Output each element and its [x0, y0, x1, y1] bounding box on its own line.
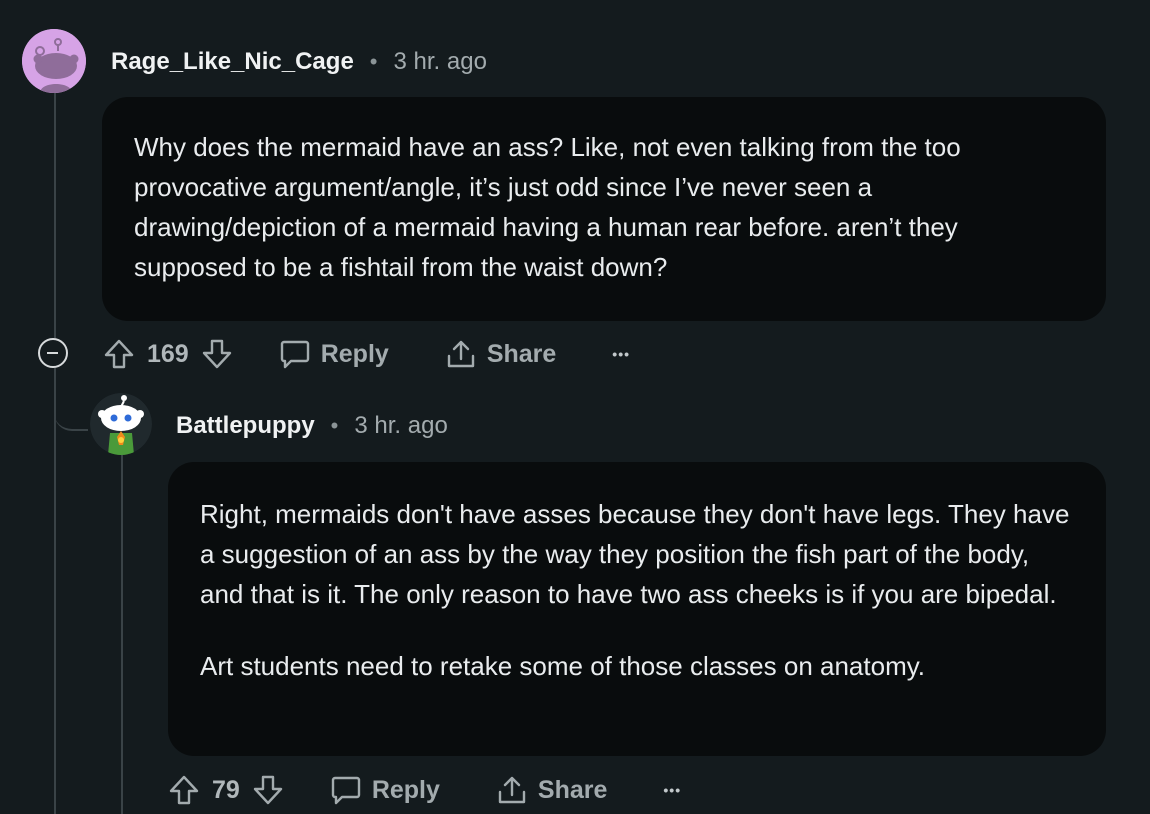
- thread-branch-curve: [54, 395, 88, 431]
- share-button[interactable]: Share: [445, 338, 556, 370]
- downvote-arrow-icon[interactable]: [201, 338, 233, 370]
- share-upload-icon: [496, 774, 528, 806]
- snoo-character-avatar-icon: [90, 393, 152, 455]
- comment-body: Why does the mermaid have an ass? Like, …: [102, 97, 1106, 321]
- reply-label: Reply: [320, 339, 389, 368]
- upvote-arrow-icon[interactable]: [168, 774, 200, 806]
- reply-button[interactable]: Reply: [330, 774, 440, 806]
- speech-bubble-icon: [279, 338, 311, 370]
- comment-body: Right, mermaids don't have asses because…: [168, 462, 1106, 756]
- share-label: Share: [486, 339, 557, 368]
- snoo-avatar-icon: [22, 29, 86, 93]
- thread-line-main-lower[interactable]: [54, 368, 56, 814]
- separator-dot: •: [330, 413, 339, 438]
- vote-group: 79: [168, 774, 284, 806]
- comment-paragraph: Right, mermaids don't have asses because…: [200, 499, 1070, 609]
- ellipsis-icon: •••: [612, 346, 631, 362]
- avatar[interactable]: [90, 393, 152, 455]
- comment-thread: Rage_Like_Nic_Cage • 3 hr. ago Why does …: [0, 0, 1150, 814]
- ellipsis-icon: •••: [663, 782, 682, 798]
- speech-bubble-icon: [330, 774, 362, 806]
- more-options-button[interactable]: •••: [663, 782, 681, 798]
- share-button[interactable]: Share: [496, 774, 607, 806]
- reply-label: Reply: [371, 775, 440, 804]
- share-upload-icon: [445, 338, 477, 370]
- more-options-button[interactable]: •••: [612, 346, 630, 362]
- thread-line-reply[interactable]: [121, 455, 123, 814]
- reply-button[interactable]: Reply: [279, 338, 389, 370]
- avatar[interactable]: [22, 29, 86, 93]
- comment-header: Battlepuppy • 3 hr. ago: [176, 412, 448, 440]
- vote-count: 169: [147, 339, 189, 368]
- username[interactable]: Battlepuppy: [176, 412, 315, 440]
- timestamp[interactable]: 3 hr. ago: [394, 48, 487, 76]
- vote-count: 79: [212, 775, 240, 804]
- action-bar: 79 Reply Share •••: [168, 772, 681, 808]
- timestamp[interactable]: 3 hr. ago: [354, 412, 447, 440]
- upvote-arrow-icon[interactable]: [103, 338, 135, 370]
- separator-dot: •: [369, 49, 378, 74]
- share-label: Share: [537, 775, 608, 804]
- thread-line-main[interactable]: [54, 93, 56, 338]
- collapse-minus-icon[interactable]: [38, 338, 68, 368]
- vote-group: 169: [103, 338, 233, 370]
- comment-header: Rage_Like_Nic_Cage • 3 hr. ago: [111, 48, 487, 76]
- comment-text: Why does the mermaid have an ass? Like, …: [134, 132, 961, 282]
- downvote-arrow-icon[interactable]: [252, 774, 284, 806]
- username[interactable]: Rage_Like_Nic_Cage: [111, 48, 354, 76]
- comment-paragraph: Art students need to retake some of thos…: [200, 651, 926, 681]
- action-bar: 169 Reply Share •••: [103, 336, 630, 372]
